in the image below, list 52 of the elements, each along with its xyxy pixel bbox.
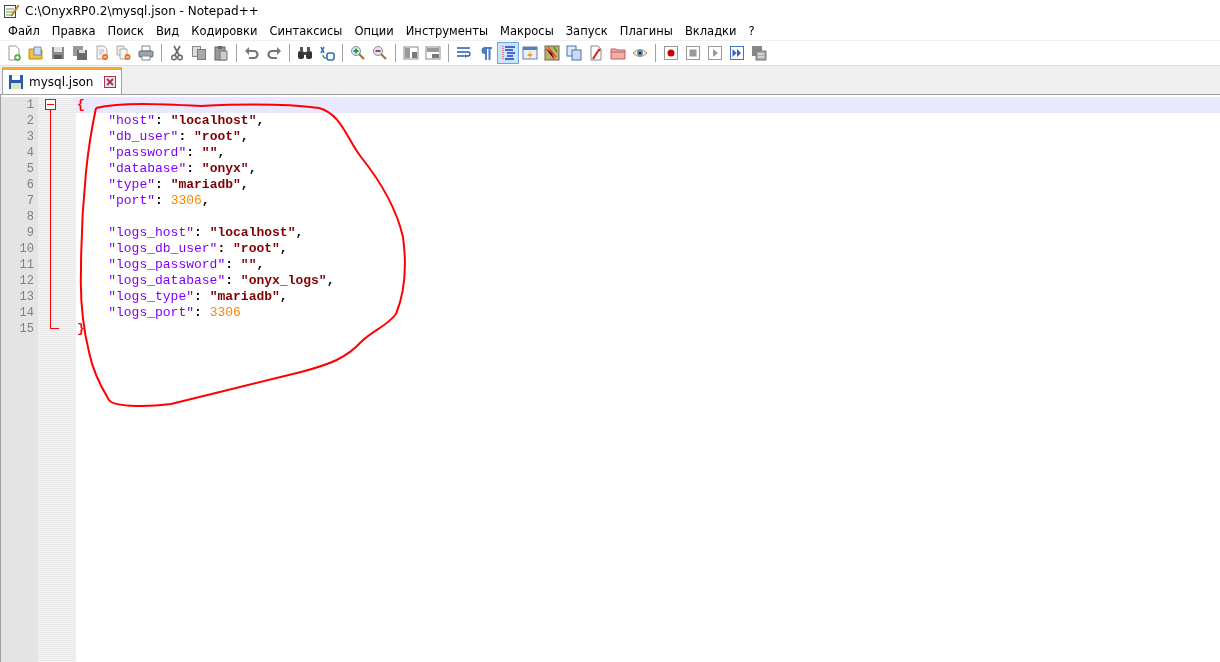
- notepad-icon: [3, 3, 19, 19]
- window-title: C:\OnyxRP0.2\mysql.json - Notepad++: [25, 4, 259, 18]
- line-number: 3: [26, 130, 34, 144]
- printer-icon[interactable]: [135, 42, 157, 64]
- menu-item[interactable]: Запуск: [559, 24, 614, 38]
- line-number: 7: [26, 194, 34, 208]
- document-list-icon[interactable]: [563, 42, 585, 64]
- line-number: 11: [19, 258, 34, 272]
- fold-toggle[interactable]: [45, 99, 56, 110]
- menu-item[interactable]: Правка: [45, 24, 102, 38]
- menu-item[interactable]: Вид: [150, 24, 186, 38]
- line-number: 8: [26, 210, 34, 224]
- code-line: "logs_db_user": "root",: [107, 241, 289, 257]
- code-line: "type": "mariadb",: [107, 177, 250, 193]
- menu-item[interactable]: Поиск: [101, 24, 150, 38]
- code-line: "logs_host": "localhost",: [107, 225, 305, 241]
- menu-item[interactable]: Кодировки: [185, 24, 264, 38]
- line-number: 13: [19, 290, 34, 304]
- line-number: 6: [26, 178, 34, 192]
- save-icon: [8, 74, 24, 90]
- menu-item[interactable]: Инструменты: [399, 24, 495, 38]
- code-line: "db_user": "root",: [107, 129, 250, 145]
- menu-item[interactable]: Макросы: [494, 24, 560, 38]
- indent-guide-icon[interactable]: [497, 42, 519, 64]
- code-line: }: [76, 321, 86, 337]
- menu-item[interactable]: Плагины: [613, 24, 679, 38]
- tab-label: mysql.json: [29, 75, 94, 89]
- code-line: "logs_port": 3306: [107, 305, 242, 321]
- menu-item[interactable]: ?: [742, 24, 761, 38]
- file-tab[interactable]: mysql.json: [2, 67, 123, 94]
- code-line: "logs_password": "",: [107, 257, 266, 273]
- line-number: 10: [19, 242, 34, 256]
- line-number: 12: [19, 274, 34, 288]
- document-map-icon[interactable]: [541, 42, 563, 64]
- close-icon[interactable]: [104, 76, 117, 88]
- line-number: 9: [26, 226, 34, 240]
- code-line: "logs_database": "onyx_logs",: [107, 273, 336, 289]
- menu-item[interactable]: Файл: [2, 24, 46, 38]
- code-line: "password": "",: [107, 145, 227, 161]
- code-line: "database": "onyx",: [107, 161, 258, 177]
- code-line: "port": 3306,: [107, 193, 211, 209]
- line-number: 4: [26, 146, 34, 160]
- menu-item[interactable]: Вкладки: [678, 24, 743, 38]
- line-number: 1: [26, 98, 34, 112]
- line-number: 2: [26, 114, 34, 128]
- code-line: "logs_type": "mariadb",: [107, 289, 289, 305]
- line-number: 5: [26, 162, 34, 176]
- menu-item[interactable]: Синтаксисы: [263, 24, 349, 38]
- line-number: 15: [19, 322, 34, 336]
- line-number: 14: [19, 306, 34, 320]
- menu-item[interactable]: Опции: [348, 24, 400, 38]
- code-line: "host": "localhost",: [107, 113, 266, 129]
